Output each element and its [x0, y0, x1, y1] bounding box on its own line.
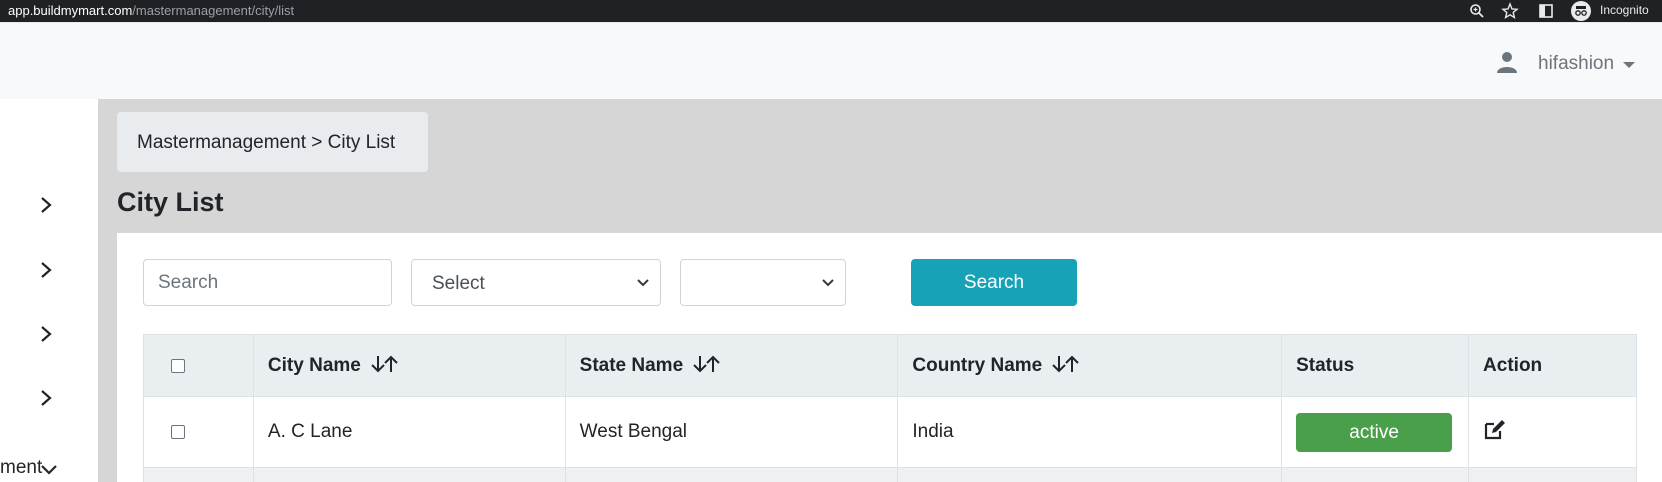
column-header-action: Action: [1468, 334, 1637, 397]
sidebar: ment: [0, 99, 98, 482]
chevron-right-icon[interactable]: [38, 326, 54, 342]
select-all-checkbox[interactable]: [171, 358, 185, 373]
top-navbar: hifashion: [0, 22, 1662, 99]
url-path: /mastermanagement/city/list: [132, 3, 295, 18]
chevron-down-icon: [637, 279, 649, 287]
status-badge[interactable]: active: [1296, 412, 1453, 452]
table-header-row: City Name State Name Country Name Status…: [143, 334, 1637, 397]
main-content: Mastermanagement > City List City List S…: [98, 99, 1662, 482]
chevron-right-icon[interactable]: [38, 197, 54, 213]
zoom-icon[interactable]: [1468, 2, 1486, 20]
column-header-state[interactable]: State Name: [564, 334, 899, 397]
search-input[interactable]: [143, 259, 392, 306]
caret-down-icon[interactable]: [1623, 62, 1635, 68]
column-header-city-label: City Name: [267, 355, 361, 376]
browser-toolbar: app.buildmymart.com/mastermanagement/cit…: [0, 0, 1662, 22]
chevron-right-icon[interactable]: [38, 262, 54, 278]
edit-icon[interactable]: [1483, 419, 1507, 441]
page-title: City List: [117, 187, 224, 217]
filter-select-1-value: Select: [432, 273, 485, 294]
chevron-down-icon: [822, 279, 834, 287]
row-checkbox[interactable]: [171, 425, 185, 439]
url-host: app.buildmymart.com: [8, 3, 133, 18]
cell-status: active: [1281, 396, 1470, 468]
search-button[interactable]: Search: [911, 259, 1077, 306]
address-bar[interactable]: app.buildmymart.com/mastermanagement/cit…: [8, 3, 294, 18]
cell-state: West Bengal: [564, 396, 899, 468]
column-header-country-label: Country Name: [912, 355, 1043, 376]
city-list-card: Select Search City Name State Name Count…: [117, 233, 1662, 482]
star-icon[interactable]: [1501, 2, 1519, 20]
user-menu-name[interactable]: hifashion: [1538, 53, 1614, 75]
sort-icon[interactable]: [369, 354, 401, 374]
incognito-icon: [1571, 1, 1591, 21]
cell-action: [1468, 396, 1637, 468]
sidepanel-icon[interactable]: [1537, 2, 1555, 20]
city-table: City Name State Name Country Name Status…: [143, 334, 1637, 482]
filter-select-1[interactable]: Select: [411, 259, 661, 306]
cell-country: India: [897, 396, 1283, 468]
column-header-state-label: State Name: [579, 355, 684, 376]
user-icon[interactable]: [1496, 51, 1518, 73]
chevron-right-icon[interactable]: [38, 390, 54, 406]
sort-icon[interactable]: [691, 354, 723, 374]
column-header-status: Status: [1281, 334, 1470, 397]
table-row: [143, 467, 1637, 482]
select-all-cell: [143, 334, 254, 397]
sidebar-item-management-label[interactable]: ment: [0, 457, 42, 479]
row-select-cell: [143, 396, 254, 468]
breadcrumb: Mastermanagement > City List: [117, 112, 428, 172]
incognito-label: Incognito: [1600, 3, 1649, 17]
cell-city: A. C Lane: [252, 396, 566, 468]
filter-select-2[interactable]: [680, 259, 846, 306]
table-row: A. C Lane West Bengal India active: [143, 396, 1637, 468]
column-header-city[interactable]: City Name: [252, 334, 566, 397]
sort-icon[interactable]: [1050, 354, 1082, 374]
column-header-country[interactable]: Country Name: [897, 334, 1283, 397]
chevron-down-icon[interactable]: [40, 463, 58, 477]
